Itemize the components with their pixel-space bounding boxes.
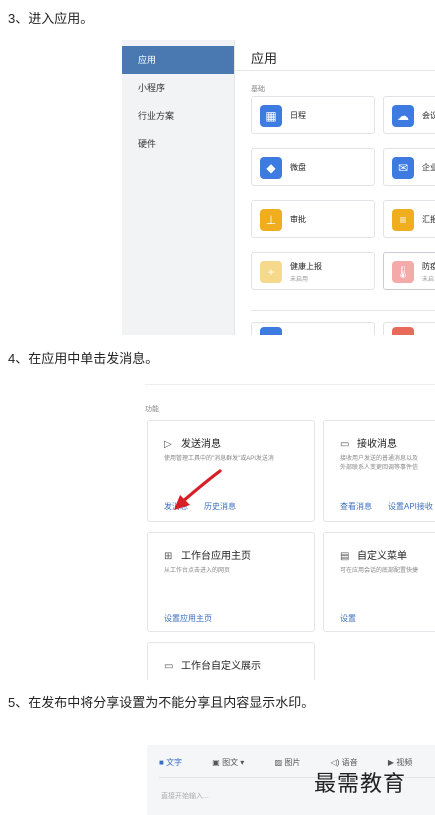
section-label: 功能 xyxy=(145,406,159,413)
calendar-icon: ▦ xyxy=(260,105,282,127)
app-card-approval[interactable]: ⊥ 审批 xyxy=(251,200,375,238)
watermark-logo: 最需教育 xyxy=(314,772,407,797)
card-title: 工作台自定义展示 xyxy=(181,661,261,672)
disk-icon: ◆ xyxy=(260,157,282,179)
step-5-text: 5、在发布中将分享设置为不能分享且内容显示水印。 xyxy=(8,695,315,710)
menu-icon: ▤ xyxy=(340,551,350,562)
app-card-health[interactable]: + 健康上报 未启用 xyxy=(251,252,375,290)
set-homepage-link[interactable]: 设置应用主页 xyxy=(164,613,212,624)
app-name: 防疫 xyxy=(422,262,435,271)
text-tab[interactable]: ■ 文字 xyxy=(159,758,196,767)
receive-message-card: ▭ 接收消息 接收用户发送的普通消息以及 外部联系人变更回调等事件信 查看消息 设置… xyxy=(323,420,435,522)
section-label: 基础 xyxy=(251,86,265,93)
app-icon xyxy=(260,327,282,335)
sidebar-item-miniprogram[interactable]: 小程序 xyxy=(122,74,234,102)
card-title: 接收消息 xyxy=(357,439,397,450)
app-card-partial[interactable] xyxy=(383,322,435,335)
app-name: 汇报 xyxy=(422,215,435,224)
app-name: 审批 xyxy=(290,215,306,224)
set-api-link[interactable]: 设置API接收 xyxy=(388,501,433,512)
display-icon: ▭ xyxy=(164,661,174,672)
sidebar-item-apps[interactable]: 应用 xyxy=(122,46,234,74)
apps-main: 应用 基础 ▦ 日程 ☁ 会议 ◆ 微盘 ✉ 企业 ⊥ 审批 ≡ 汇报 + 健康… xyxy=(234,40,435,335)
functions-screenshot: 功能 ▷发送消息 使用管理工具中的"消息群发"或API发送消 发消息 历史消息 … xyxy=(145,384,435,680)
mail-icon: ✉ xyxy=(392,157,414,179)
set-menu-link[interactable]: 设置 xyxy=(340,613,356,624)
cloud-icon: ☁ xyxy=(392,105,414,127)
apps-sidebar: 应用 小程序 行业方案 硬件 xyxy=(122,40,234,335)
app-card-meeting[interactable]: ☁ 会议 xyxy=(383,96,435,134)
card-desc: 可在应用会话的底部配置快捷 xyxy=(340,568,419,574)
image-tab[interactable]: ▨ 图片 xyxy=(275,758,315,767)
card-title: 发送消息 xyxy=(181,439,221,450)
app-name: 企业 xyxy=(422,163,435,172)
card-title: 自定义菜单 xyxy=(357,551,407,562)
health-icon: + xyxy=(260,261,282,283)
tutorial-page: 3、进入应用。 应用 小程序 行业方案 硬件 应用 基础 ▦ 日程 ☁ 会议 ◆… xyxy=(0,0,435,815)
app-name: 健康上报 xyxy=(290,262,322,271)
card-desc: 从工作台点击进入的网页 xyxy=(164,568,231,574)
app-card-disk[interactable]: ◆ 微盘 xyxy=(251,148,375,186)
editor-input[interactable]: 直接开始输入... xyxy=(161,791,209,801)
card-title: 工作台应用主页 xyxy=(181,551,251,562)
card-desc: 接收用户发送的普通消息以及 外部联系人变更回调等事件信 xyxy=(340,456,419,471)
apps-screenshot: 应用 小程序 行业方案 硬件 应用 基础 ▦ 日程 ☁ 会议 ◆ 微盘 ✉ 企业… xyxy=(122,40,435,335)
page-title: 应用 xyxy=(251,51,278,66)
chat-icon: ▭ xyxy=(340,439,350,450)
sidebar-item-industry[interactable]: 行业方案 xyxy=(122,102,234,130)
red-arrow-pointer xyxy=(174,469,222,510)
step-4-text: 4、在应用中单击发消息。 xyxy=(8,351,159,366)
sidebar-item-hardware[interactable]: 硬件 xyxy=(122,130,234,158)
send-icon: ▷ xyxy=(164,439,172,450)
app-name: 会议 xyxy=(422,111,435,120)
thermometer-icon: 🌡 xyxy=(392,261,414,283)
app-card-schedule[interactable]: ▦ 日程 xyxy=(251,96,375,134)
app-card-report[interactable]: ≡ 汇报 xyxy=(383,200,435,238)
custom-display-card: ▭ 工作台自定义展示 xyxy=(147,642,315,680)
view-message-link[interactable]: 查看消息 xyxy=(340,501,372,512)
app-name: 日程 xyxy=(290,111,306,120)
step-3-text: 3、进入应用。 xyxy=(8,11,94,26)
custom-menu-card: ▤ 自定义菜单 可在应用会话的底部配置快捷 设置 xyxy=(323,532,435,632)
app-card-epidemic[interactable]: 🌡 防疫 未启 xyxy=(383,252,435,290)
richtext-tab[interactable]: ▣ 图文 ▾ xyxy=(212,758,258,767)
divider xyxy=(251,310,435,311)
app-status: 未启 xyxy=(422,277,435,283)
card-desc: 使用管理工具中的"消息群发"或API发送消 xyxy=(164,456,274,462)
report-icon: ≡ xyxy=(392,209,414,231)
homepage-card: ⊞ 工作台应用主页 从工作台点击进入的网页 设置应用主页 xyxy=(147,532,315,632)
divider xyxy=(145,384,435,385)
app-status: 未启用 xyxy=(290,277,309,283)
grid-icon: ⊞ xyxy=(164,551,173,562)
app-icon xyxy=(392,327,414,335)
stamp-icon: ⊥ xyxy=(260,209,282,231)
app-card-enterprise[interactable]: ✉ 企业 xyxy=(383,148,435,186)
app-card-partial[interactable] xyxy=(251,322,375,335)
app-name: 微盘 xyxy=(290,163,306,172)
divider xyxy=(235,70,435,71)
